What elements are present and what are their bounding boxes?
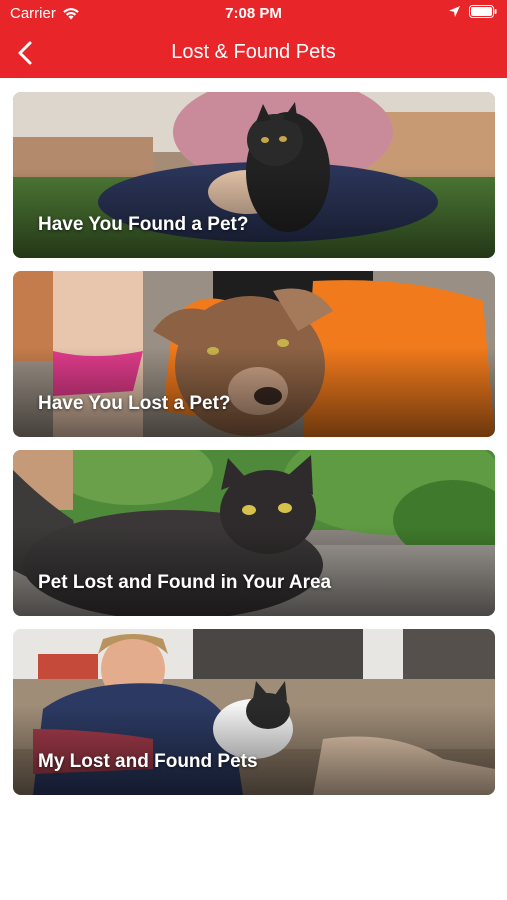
card-area-pets-label: Pet Lost and Found in Your Area bbox=[38, 572, 332, 593]
card-found-pet[interactable]: Have You Found a Pet? bbox=[13, 92, 495, 258]
card-shade bbox=[13, 705, 495, 795]
card-area-pets[interactable]: Pet Lost and Found in Your Area bbox=[13, 450, 495, 616]
battery-icon bbox=[469, 5, 497, 18]
status-bar: Carrier 7:08 PM bbox=[0, 0, 507, 28]
nav-bar: Lost & Found Pets bbox=[0, 28, 507, 78]
card-found-pet-label: Have You Found a Pet? bbox=[38, 214, 249, 235]
page-title: Lost & Found Pets bbox=[171, 41, 336, 63]
location-arrow-icon bbox=[449, 6, 460, 17]
card-lost-pet-label: Have You Lost a Pet? bbox=[38, 393, 231, 414]
card-my-pets-label: My Lost and Found Pets bbox=[38, 751, 258, 772]
card-lost-pet[interactable]: Have You Lost a Pet? bbox=[13, 271, 495, 437]
card-shade bbox=[13, 526, 495, 616]
card-shade bbox=[13, 168, 495, 258]
card-my-pets[interactable]: My Lost and Found Pets bbox=[13, 629, 495, 795]
card-shade bbox=[13, 347, 495, 437]
status-time: 7:08 PM bbox=[225, 5, 282, 22]
status-right-group bbox=[448, 5, 497, 18]
